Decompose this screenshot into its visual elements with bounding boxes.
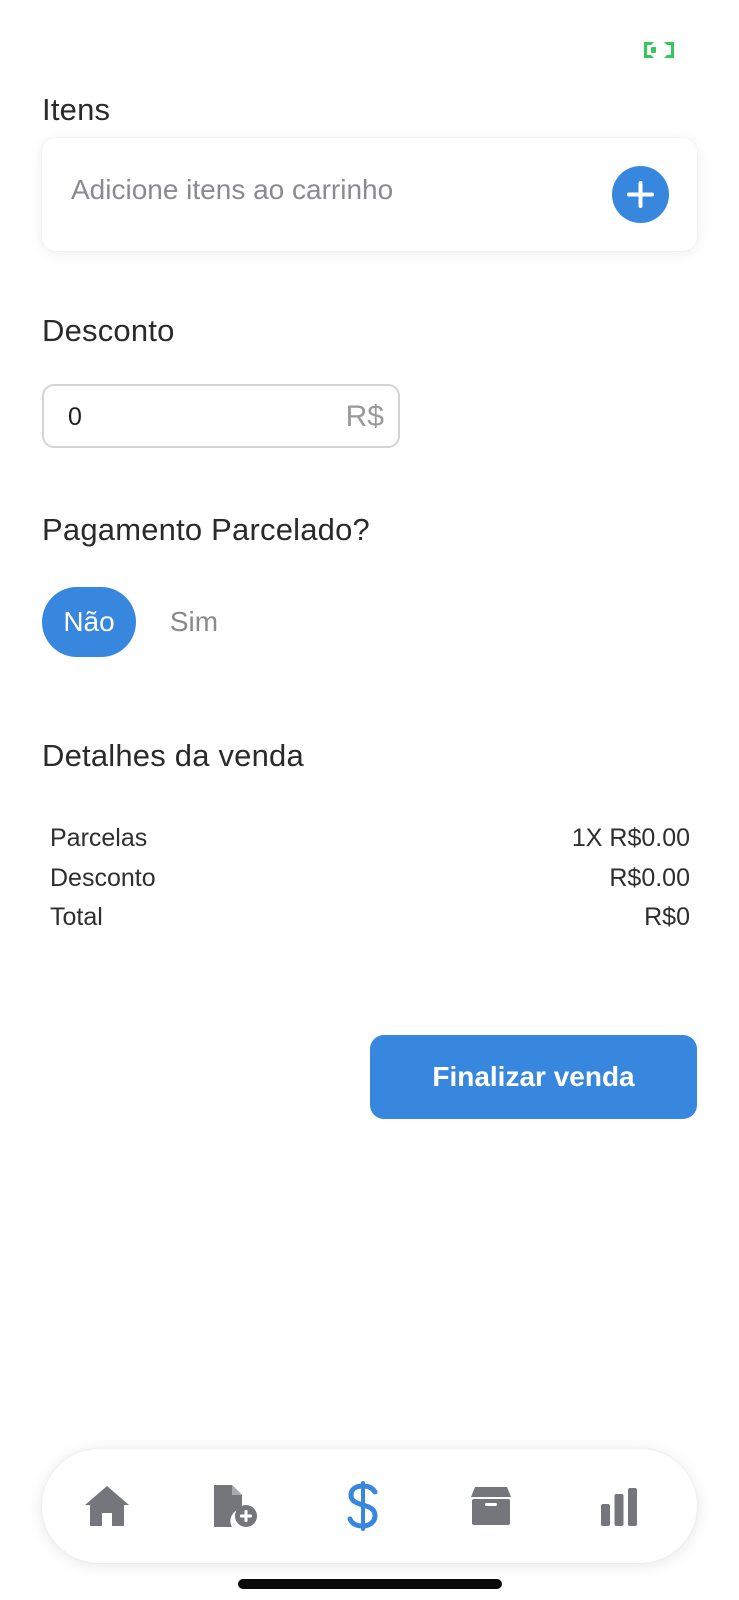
discount-input[interactable]: 0 R$: [42, 384, 400, 448]
nav-item-new-document[interactable]: [185, 1449, 285, 1563]
detail-value: R$0.00: [609, 864, 690, 892]
detail-value: R$0: [644, 903, 690, 931]
bar-chart-icon: [601, 1488, 637, 1526]
detail-label: Desconto: [50, 864, 156, 892]
details-section-title: Detalhes da venda: [42, 738, 304, 773]
detail-label: Total: [50, 903, 103, 931]
dollar-icon: [347, 1481, 378, 1531]
discount-value: 0: [68, 403, 82, 431]
detail-row-total: Total R$0: [50, 903, 690, 939]
plus-icon: [627, 181, 654, 208]
detail-row-installments: Parcelas 1X R$0.00: [50, 824, 690, 860]
add-file-icon: [214, 1485, 257, 1527]
items-placeholder: Adicione itens ao carrinho: [71, 174, 394, 205]
nav-item-reports[interactable]: [569, 1449, 669, 1563]
detail-label: Parcelas: [50, 824, 148, 852]
home-icon: [85, 1486, 129, 1526]
add-item-button[interactable]: [612, 166, 669, 223]
installments-option-yes[interactable]: Sim: [154, 587, 234, 657]
finish-sale-button[interactable]: Finalizar venda: [370, 1035, 697, 1119]
installments-option-no[interactable]: Não: [42, 587, 136, 657]
detail-row-discount: Desconto R$0.00: [50, 864, 690, 900]
home-indicator[interactable]: [238, 1579, 502, 1589]
nav-item-products[interactable]: [441, 1449, 541, 1563]
discount-section-title: Desconto: [42, 313, 175, 348]
currency-suffix: R$: [345, 400, 384, 433]
installments-section-title: Pagamento Parcelado?: [42, 512, 371, 547]
box-icon: [471, 1487, 511, 1525]
detail-value: 1X R$0.00: [571, 824, 690, 852]
items-card[interactable]: Adicione itens ao carrinho: [42, 138, 697, 251]
bottom-nav: [42, 1449, 697, 1563]
status-indicator-icon: [640, 40, 678, 60]
nav-item-sales[interactable]: [313, 1449, 413, 1563]
nav-item-home[interactable]: [57, 1449, 157, 1563]
items-section-title: Itens: [42, 92, 111, 127]
